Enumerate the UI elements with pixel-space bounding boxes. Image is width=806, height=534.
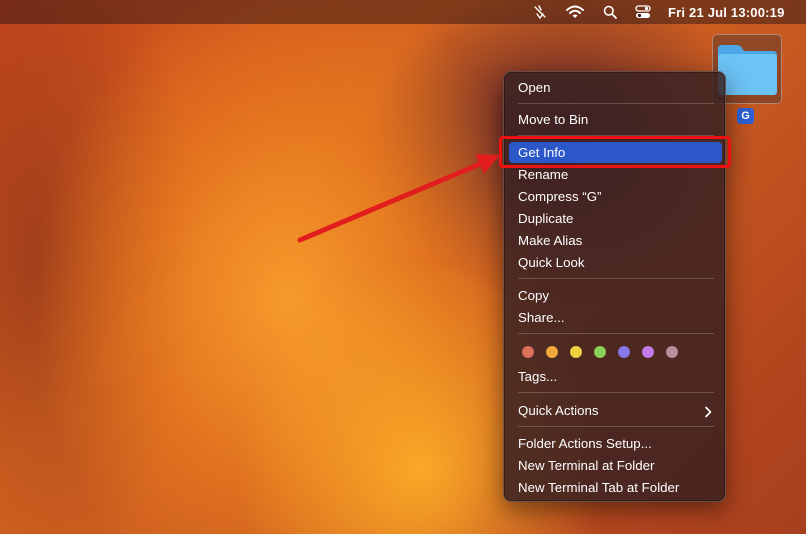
menu-item-quick-actions[interactable]: Quick Actions	[509, 400, 722, 421]
menu-item-quick-look[interactable]: Quick Look	[509, 252, 722, 273]
quick-actions-label: Quick Actions	[518, 403, 599, 418]
menu-bar: Fri 21 Jul 13:00:19	[0, 0, 806, 24]
menu-item-make-alias[interactable]: Make Alias	[509, 230, 722, 251]
wifi-disabled-icon[interactable]	[531, 3, 549, 21]
menu-item-new-terminal-tab[interactable]: New Terminal Tab at Folder	[509, 477, 722, 498]
menu-item-folder-actions-setup[interactable]: Folder Actions Setup...	[509, 433, 722, 454]
menu-bar-clock[interactable]: Fri 21 Jul 13:00:19	[668, 5, 785, 20]
tag-purple-dot[interactable]	[642, 346, 654, 358]
menu-item-share[interactable]: Share...	[509, 307, 722, 328]
search-icon[interactable]	[601, 3, 619, 21]
menu-separator	[518, 103, 714, 104]
chevron-right-icon	[704, 400, 712, 421]
menu-separator	[518, 392, 714, 393]
folder-name-label[interactable]: G	[737, 108, 754, 124]
menu-item-copy[interactable]: Copy	[509, 285, 722, 306]
menu-item-compress[interactable]: Compress “G”	[509, 186, 722, 207]
tag-red-dot[interactable]	[522, 346, 534, 358]
menu-item-move-to-bin[interactable]: Move to Bin	[509, 109, 722, 130]
tag-green-dot[interactable]	[594, 346, 606, 358]
menu-item-tags[interactable]: Tags...	[509, 366, 722, 387]
highlight-annotation-box	[499, 136, 731, 168]
tag-grey-dot[interactable]	[666, 346, 678, 358]
menu-item-duplicate[interactable]: Duplicate	[509, 208, 722, 229]
menu-separator	[518, 426, 714, 427]
tag-yellow-dot[interactable]	[570, 346, 582, 358]
tag-orange-dot[interactable]	[546, 346, 558, 358]
menu-item-open[interactable]: Open	[509, 77, 722, 98]
menu-separator	[518, 333, 714, 334]
wifi-icon[interactable]	[565, 3, 585, 21]
tag-blue-dot[interactable]	[618, 346, 630, 358]
menu-item-new-terminal[interactable]: New Terminal at Folder	[509, 455, 722, 476]
control-center-icon[interactable]	[633, 3, 653, 21]
menu-separator	[518, 278, 714, 279]
